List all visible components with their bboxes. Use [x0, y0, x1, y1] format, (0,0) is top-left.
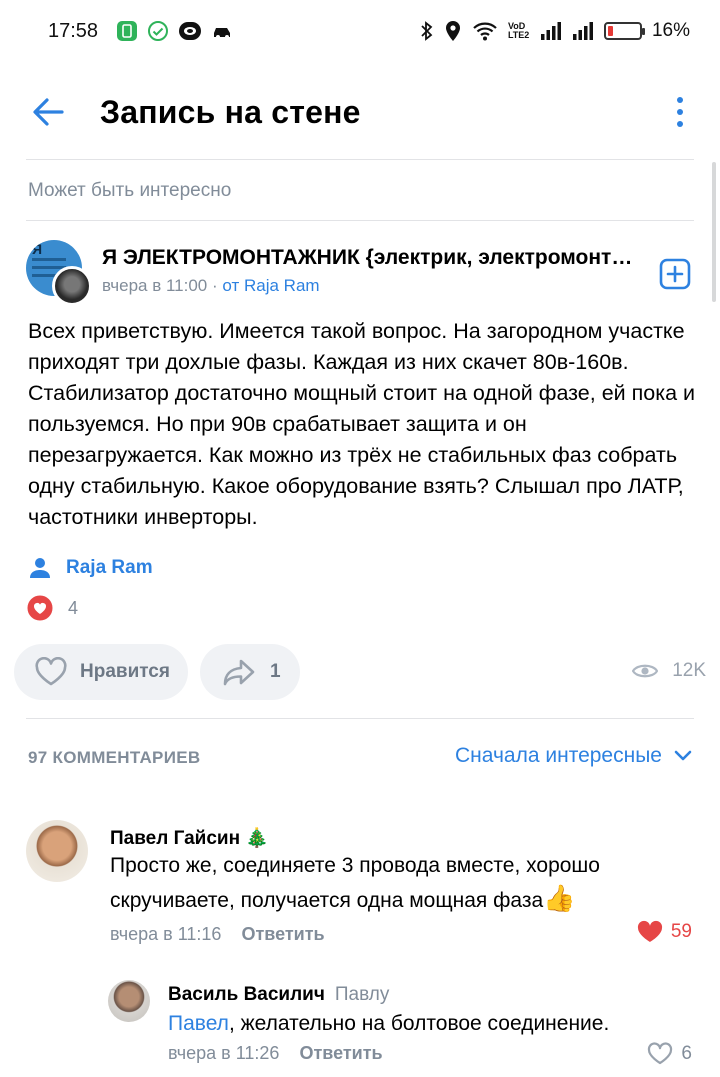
signal-icon-2: [572, 22, 593, 40]
comment-avatar[interactable]: [26, 820, 88, 882]
comment-text: Просто же, соединяете 3 провода вместе, …: [110, 854, 600, 913]
thumbs-up-emoji: 👍: [543, 883, 576, 913]
signer-name: Raja Ram: [66, 557, 153, 578]
user-icon: [30, 558, 50, 578]
shares-count: 1: [270, 661, 281, 682]
reply-text: Павел, желательно на болтовое соединение…: [168, 1012, 610, 1035]
check-circle-icon: [148, 21, 168, 41]
heart-filled-icon: [637, 920, 662, 942]
post-from-prefix: от: [222, 276, 240, 295]
subscribe-button[interactable]: [659, 258, 691, 290]
share-arrow-icon: [223, 659, 255, 686]
reply-time: вчера в 11:26: [168, 1043, 280, 1063]
heart-outline-icon: [35, 657, 67, 686]
section-divider: [26, 220, 694, 221]
heart-outline-icon: [648, 1042, 673, 1065]
reactions-count: 4: [68, 597, 79, 618]
group-avatar-logo: Я: [32, 241, 43, 257]
battery-level: [607, 26, 613, 36]
reply-avatar[interactable]: [108, 980, 150, 1022]
signal-icon: [540, 22, 561, 40]
chevron-down-icon: [674, 750, 692, 761]
eye-icon: [632, 664, 659, 678]
heart-reaction-icon: [26, 594, 54, 622]
network-type-label: VoD LTE2: [507, 21, 530, 40]
sort-label: Сначала интересные: [455, 744, 662, 767]
plus-square-icon: [659, 258, 691, 290]
views-count: 12K: [672, 660, 706, 681]
views-counter: 12K: [632, 660, 706, 682]
comments-divider: [26, 718, 694, 719]
page-title: Запись на стене: [100, 94, 361, 130]
system-icons: VoD LTE2 16%: [420, 20, 690, 42]
car-icon: [214, 28, 230, 39]
notification-icons: [116, 20, 235, 42]
status-bar: 17:58 VoD LTE2 16%: [0, 0, 720, 64]
post-time: вчера в 11:00: [102, 276, 208, 295]
reply-button[interactable]: Ответить: [241, 924, 324, 945]
reply-likes-count: 6: [681, 1043, 692, 1064]
app-notification-icon: [179, 22, 201, 40]
post-from-author[interactable]: Raja Ram: [244, 276, 320, 295]
battery-icon: [603, 22, 645, 40]
back-button[interactable]: [24, 88, 72, 136]
like-label: Нравится: [80, 661, 170, 682]
comment-like-button[interactable]: 59: [637, 920, 692, 944]
post-text: Всех приветствую. Имеется такой вопрос. …: [28, 319, 696, 529]
battery-percent: 16%: [651, 20, 690, 41]
more-vertical-icon: [677, 97, 683, 127]
scrollbar[interactable]: [712, 162, 716, 302]
reactions-summary[interactable]: 4: [26, 594, 78, 622]
post-meta: вчера в 11:00 · от Raja Ram: [102, 276, 320, 295]
comment-author[interactable]: Павел Гайсин 🎄: [110, 826, 269, 850]
header-divider: [26, 159, 694, 160]
location-icon: [445, 21, 460, 41]
reply-like-button[interactable]: 6: [647, 1042, 692, 1066]
share-button[interactable]: 1: [200, 644, 300, 700]
reply-author[interactable]: Василь Василич Павлу: [168, 984, 389, 1006]
mention-link[interactable]: Павел: [168, 1012, 229, 1035]
phone-cleaner-icon: [117, 21, 137, 41]
author-avatar[interactable]: [52, 266, 92, 306]
reply-meta: вчера в 11:26 Ответить: [168, 1043, 383, 1064]
section-label: Может быть интересно: [28, 180, 232, 201]
status-time: 17:58: [48, 20, 99, 42]
comments-sort-button[interactable]: Сначала интересные: [455, 744, 692, 768]
comments-count: 97 КОММЕНТАРИЕВ: [28, 748, 201, 767]
group-name[interactable]: Я ЭЛЕКТРОМОНТАЖНИК {электрик, электромон…: [102, 246, 642, 270]
arrow-left-icon: [33, 98, 64, 126]
wifi-icon: [473, 22, 497, 41]
reply-reply-button[interactable]: Ответить: [299, 1043, 382, 1064]
comment-meta: вчера в 11:16 Ответить: [110, 924, 325, 945]
post-signer[interactable]: Raja Ram: [28, 556, 153, 580]
app-header: Запись на стене: [0, 64, 720, 160]
bluetooth-icon: [421, 21, 433, 41]
more-options-button[interactable]: [668, 94, 692, 130]
like-button[interactable]: Нравится: [14, 644, 188, 700]
tree-badge-icon: 🎄: [245, 828, 270, 849]
comment-likes-count: 59: [670, 921, 692, 942]
comment-time: вчера в 11:16: [110, 924, 222, 944]
reply-to-label: Павлу: [334, 984, 390, 1005]
